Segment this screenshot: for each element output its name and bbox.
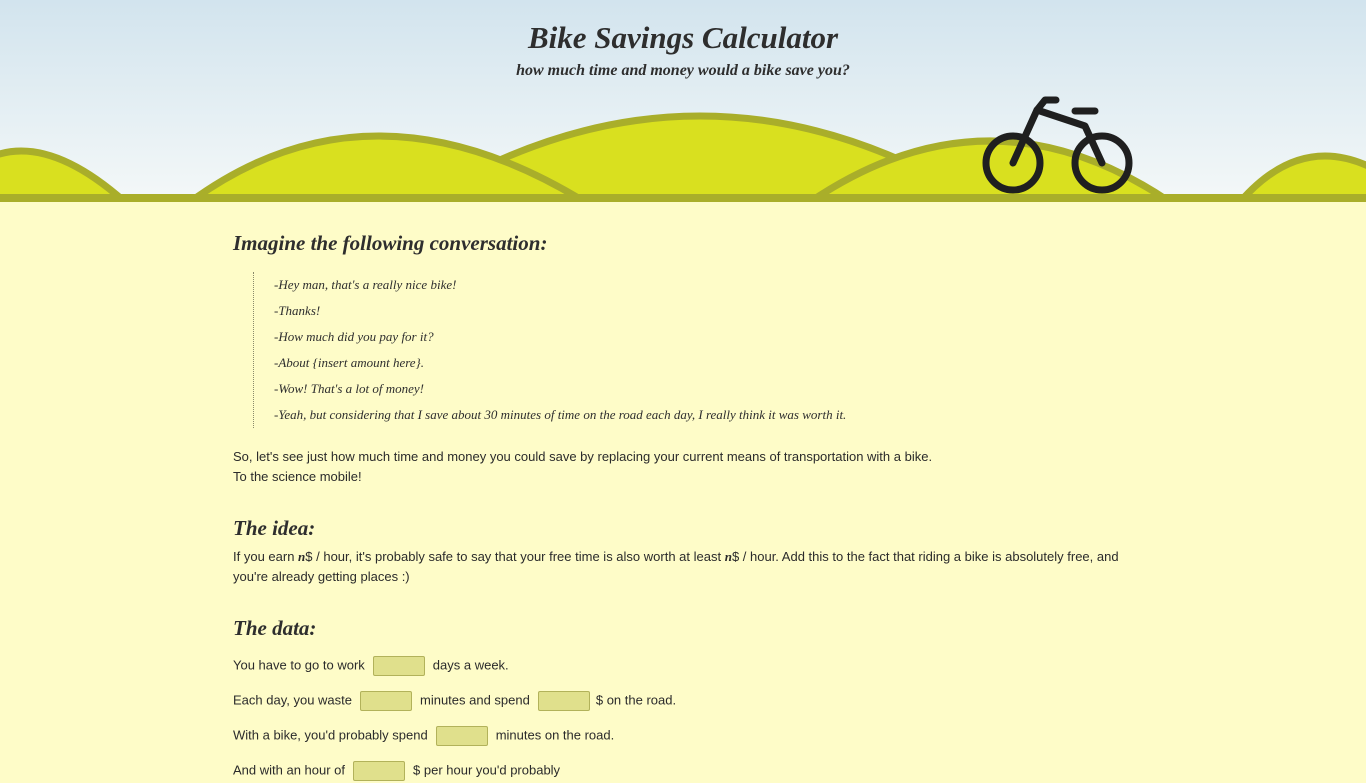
conversation-line: -Yeah, but considering that I save about… — [274, 407, 847, 422]
row-label: $ on the road. — [595, 692, 677, 708]
row-label: Each day, you waste — [233, 692, 352, 708]
row-label: With a bike, you'd probably spend — [233, 727, 428, 743]
page-subtitle: how much time and money would a bike sav… — [516, 62, 850, 79]
bike-minutes-row: With a bike, you'd probably spend minutes… — [233, 723, 614, 747]
idea-text-part: If you earn — [233, 549, 299, 564]
hourly-rate-input[interactable] — [353, 760, 406, 781]
conversation-line: -Hey man, that's a really nice bike! — [274, 277, 457, 292]
page-header: Bike Savings Calculator how much time an… — [0, 0, 1366, 202]
conversation-line: -Wow! That's a lot of money! — [274, 381, 424, 396]
row-label: $ per hour you'd probably — [413, 762, 561, 778]
intro-line-1: So, let's see just how much time and mon… — [233, 449, 933, 464]
money-spent-input[interactable] — [537, 690, 590, 711]
bike-minutes-input[interactable] — [435, 725, 488, 746]
idea-text-part: $ / hour, it's probably safe to say that… — [305, 549, 725, 564]
row-label: You have to go to work — [233, 657, 365, 673]
conversation-line: -About {insert amount here}. — [274, 355, 425, 370]
work-days-row: You have to go to work days a week. — [233, 653, 509, 677]
intro-line-2: To the science mobile! — [233, 469, 362, 484]
row-label: minutes on the road. — [495, 727, 615, 743]
daily-commute-row: Each day, you waste minutes and spend $ on… — [233, 688, 676, 712]
conversation-line: -How much did you pay for it? — [274, 329, 434, 344]
minutes-wasted-input[interactable] — [360, 690, 412, 711]
variable-n: n — [724, 549, 732, 564]
row-label: days a week. — [432, 657, 509, 673]
intro-text: So, let's see just how much time and mon… — [233, 447, 932, 487]
conversation-line: -Thanks! — [274, 303, 321, 318]
conversation-heading: Imagine the following conversation: — [233, 231, 548, 255]
conversation-quote: -Hey man, that's a really nice bike! -Th… — [253, 272, 974, 428]
data-heading: The data: — [233, 616, 317, 640]
idea-heading: The idea: — [233, 516, 316, 540]
work-days-input[interactable] — [372, 655, 425, 676]
page-title: Bike Savings Calculator — [527, 20, 839, 55]
idea-text: If you earn n$ / hour, it's probably saf… — [233, 547, 1133, 587]
hourly-rate-row: And with an hour of $ per hour you'd prob… — [233, 758, 560, 782]
row-label: minutes and spend — [420, 692, 530, 708]
row-label: And with an hour of — [233, 762, 346, 778]
